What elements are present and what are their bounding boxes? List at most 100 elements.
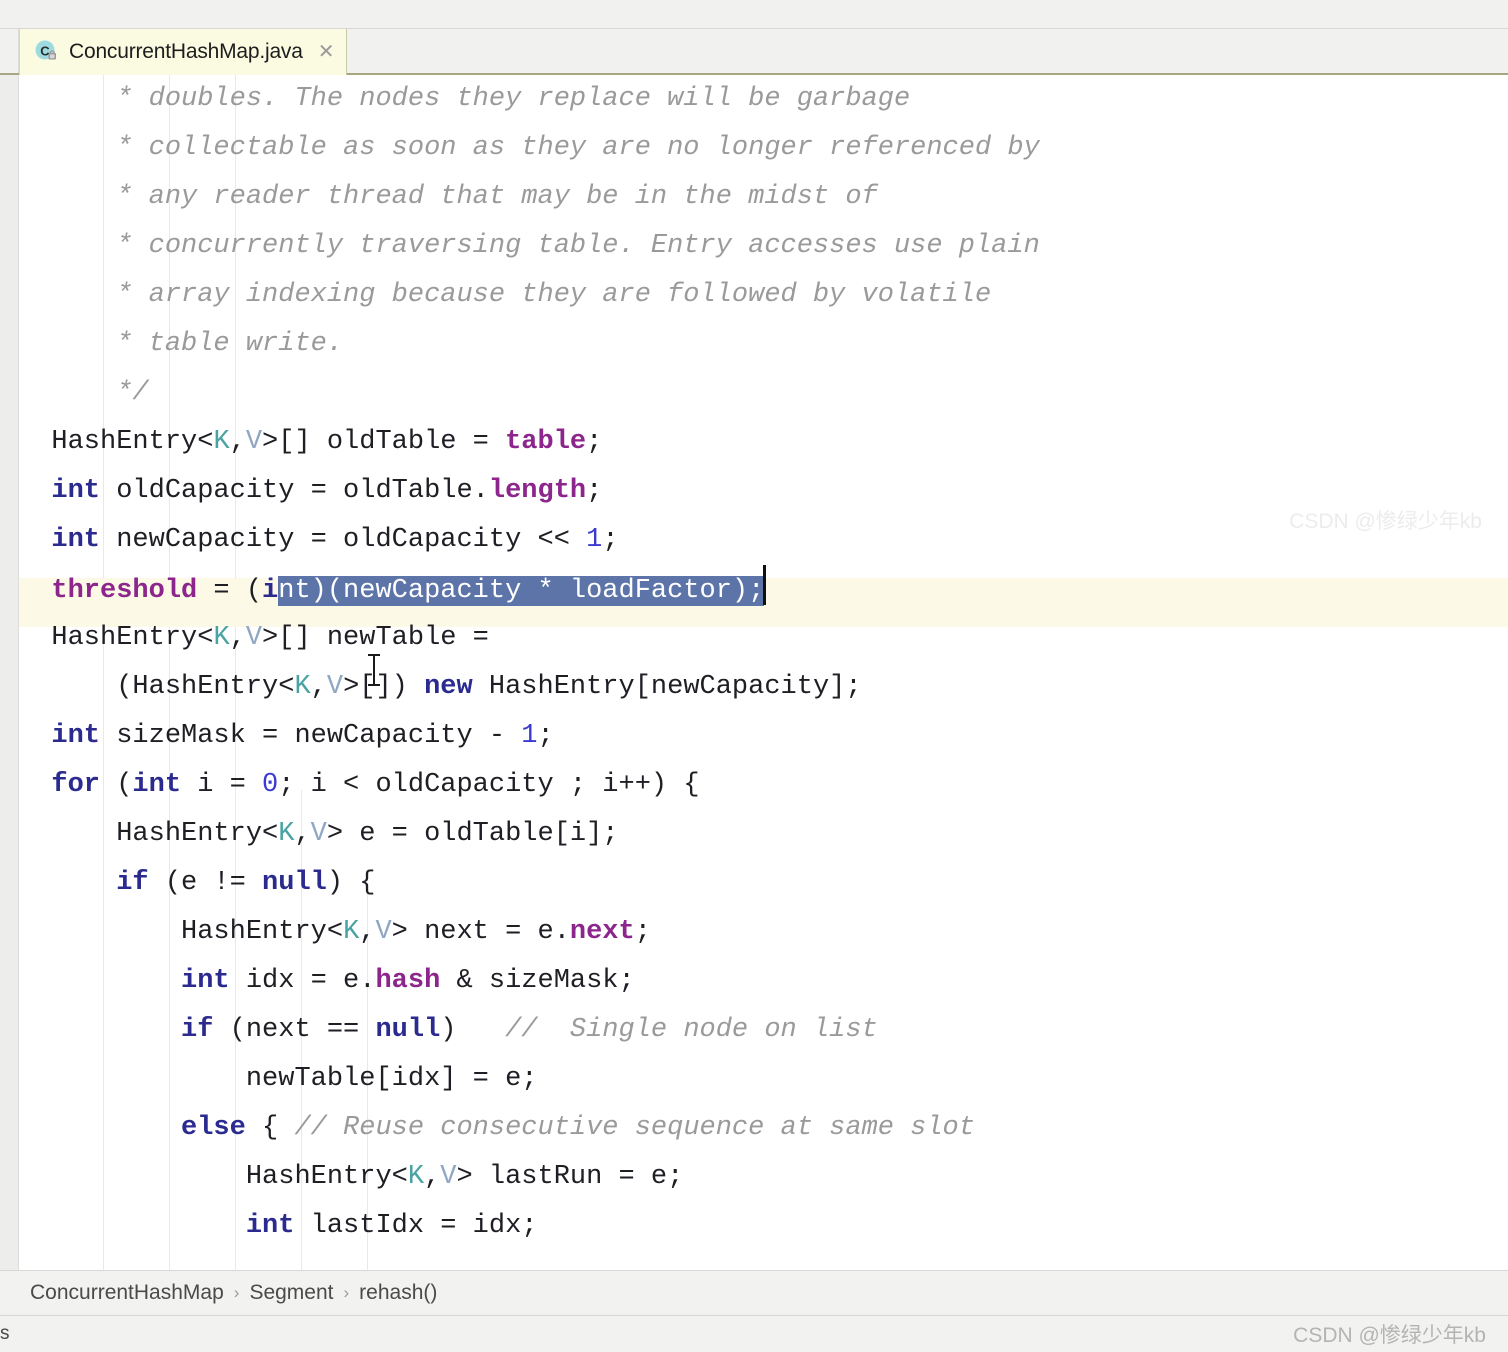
code-line[interactable]: if (next == null) // Single node on list — [19, 1006, 1508, 1055]
code-token: , — [424, 1162, 441, 1192]
code-token: & sizeMask; — [440, 966, 635, 996]
code-token: , — [359, 917, 376, 947]
code-line[interactable]: * table write. — [19, 320, 1508, 369]
editor-tab-concurrenthashmap[interactable]: C ConcurrentHashMap.java ✕ — [19, 29, 348, 75]
code-line[interactable]: HashEntry<K,V> e = oldTable[i]; — [19, 810, 1508, 859]
code-token: , — [310, 672, 327, 702]
code-line[interactable]: HashEntry<K,V> next = e.next; — [19, 908, 1508, 957]
close-icon[interactable]: ✕ — [318, 42, 335, 62]
code-token: table — [505, 427, 587, 457]
code-token: else — [181, 1113, 246, 1143]
status-left-text: s — [0, 1323, 10, 1344]
code-token: hash — [375, 966, 441, 996]
code-token: i — [262, 576, 279, 606]
code-token: HashEntry< — [116, 819, 279, 849]
code-line[interactable]: int oldCapacity = oldTable.length; — [19, 467, 1508, 516]
code-line[interactable]: * array indexing because they are follow… — [19, 271, 1508, 320]
code-line[interactable]: int sizeMask = newCapacity - 1; — [19, 712, 1508, 761]
breadcrumb[interactable]: ConcurrentHashMap › Segment › rehash() — [0, 1270, 1508, 1315]
breadcrumb-separator: › — [343, 1283, 350, 1302]
code-line[interactable]: int idx = e.hash & sizeMask; — [19, 957, 1508, 1006]
code-line[interactable]: HashEntry<K,V> lastRun = e; — [19, 1153, 1508, 1202]
code-token: new — [424, 672, 473, 702]
code-line[interactable]: else { // Reuse consecutive sequence at … — [19, 1104, 1508, 1153]
code-token: V — [375, 917, 392, 947]
code-canvas[interactable]: * doubles. The nodes they replace will b… — [19, 75, 1508, 1270]
code-token: ; — [586, 476, 603, 506]
code-token: null — [262, 868, 327, 898]
code-token: HashEntry — [51, 427, 198, 457]
editor-tab-bar: C ConcurrentHashMap.java ✕ — [0, 28, 1508, 75]
code-line[interactable]: (HashEntry<K,V>[]) new HashEntry[newCapa… — [19, 663, 1508, 712]
code-token: int — [51, 525, 101, 555]
code-token: lastIdx = idx; — [294, 1211, 538, 1241]
code-token: V — [245, 427, 263, 457]
code-token: K — [294, 672, 311, 702]
code-token: for — [51, 770, 101, 800]
code-token: , — [229, 623, 246, 653]
code-token: if — [116, 868, 149, 898]
code-line[interactable]: * any reader thread that may be in the m… — [19, 173, 1508, 222]
code-token: null — [375, 1015, 441, 1045]
code-token: // Reuse consecutive sequence at same sl… — [294, 1113, 975, 1143]
breadcrumb-item[interactable]: ConcurrentHashMap — [30, 1281, 224, 1305]
editor-line-gutter[interactable] — [0, 75, 19, 1270]
code-token: i = — [181, 770, 263, 800]
code-token: HashEntry< — [51, 623, 214, 653]
code-editor[interactable]: * doubles. The nodes they replace will b… — [0, 75, 1508, 1270]
code-line[interactable]: newTable[idx] = e; — [19, 1055, 1508, 1104]
code-token: * table write. — [116, 329, 344, 359]
code-token: >[] newTable = — [262, 623, 489, 653]
code-token: threshold — [51, 576, 198, 606]
code-token: // Single node on list — [505, 1015, 878, 1045]
code-token: if — [181, 1015, 214, 1045]
code-line[interactable]: HashEntry<K,V>[] oldTable = table; — [19, 418, 1508, 467]
code-line[interactable]: int lastIdx = idx; — [19, 1202, 1508, 1251]
code-token: */ — [116, 378, 149, 408]
toolbar-strip — [0, 0, 1508, 28]
breadcrumb-item[interactable]: Segment — [249, 1281, 333, 1305]
code-token: V — [310, 819, 327, 849]
code-line[interactable]: if (e != null) { — [19, 859, 1508, 908]
breadcrumb-item[interactable]: rehash() — [359, 1281, 437, 1305]
code-token: * any reader thread that may be in the m… — [116, 182, 878, 212]
code-token: K — [407, 1162, 425, 1192]
code-line[interactable]: int newCapacity = oldCapacity << 1; — [19, 516, 1508, 565]
code-line[interactable]: for (int i = 0; i < oldCapacity ; i++) { — [19, 761, 1508, 810]
code-line[interactable]: threshold = (int)(newCapacity * loadFact… — [19, 565, 1508, 614]
code-token: * collectable as soon as they are no lon… — [116, 133, 1040, 163]
code-token: > next = e. — [391, 917, 570, 947]
code-token: length — [488, 476, 587, 506]
tab-bar-left-pad — [0, 29, 19, 75]
editor-tab-label: ConcurrentHashMap.java — [69, 40, 303, 63]
code-token: < — [197, 427, 214, 457]
code-token: int — [245, 1211, 295, 1241]
code-token: ; i < oldCapacity ; i++) { — [278, 770, 700, 800]
code-token: K — [278, 819, 295, 849]
code-line[interactable]: * concurrently traversing table. Entry a… — [19, 222, 1508, 271]
code-line[interactable]: * collectable as soon as they are no lon… — [19, 124, 1508, 173]
code-token: >[]) — [343, 672, 425, 702]
code-token: (HashEntry< — [116, 672, 295, 702]
code-token: 1 — [521, 721, 538, 751]
code-token: > lastRun = e; — [456, 1162, 684, 1192]
code-token: oldCapacity = oldTable. — [100, 476, 489, 506]
code-token: newCapacity = oldCapacity << — [100, 525, 587, 555]
code-line[interactable]: * doubles. The nodes they replace will b… — [19, 75, 1508, 124]
code-token: next — [569, 917, 635, 947]
code-token: * array indexing because they are follow… — [116, 280, 992, 310]
code-token: idx = e. — [229, 966, 376, 996]
code-text[interactable]: * doubles. The nodes they replace will b… — [19, 75, 1508, 1251]
code-token: { — [245, 1113, 295, 1143]
code-line[interactable]: HashEntry<K,V>[] newTable = — [19, 614, 1508, 663]
tab-bar-empty-area — [347, 29, 1508, 75]
code-token: ; — [602, 525, 619, 555]
code-token: = ( — [197, 576, 263, 606]
code-token: HashEntry< — [181, 917, 344, 947]
code-line[interactable]: */ — [19, 369, 1508, 418]
code-token: V — [440, 1162, 457, 1192]
code-token: int — [51, 476, 101, 506]
code-token: * concurrently traversing table. Entry a… — [116, 231, 1040, 261]
code-token: > e = oldTable[i]; — [326, 819, 619, 849]
breadcrumb-separator: › — [233, 1283, 240, 1302]
